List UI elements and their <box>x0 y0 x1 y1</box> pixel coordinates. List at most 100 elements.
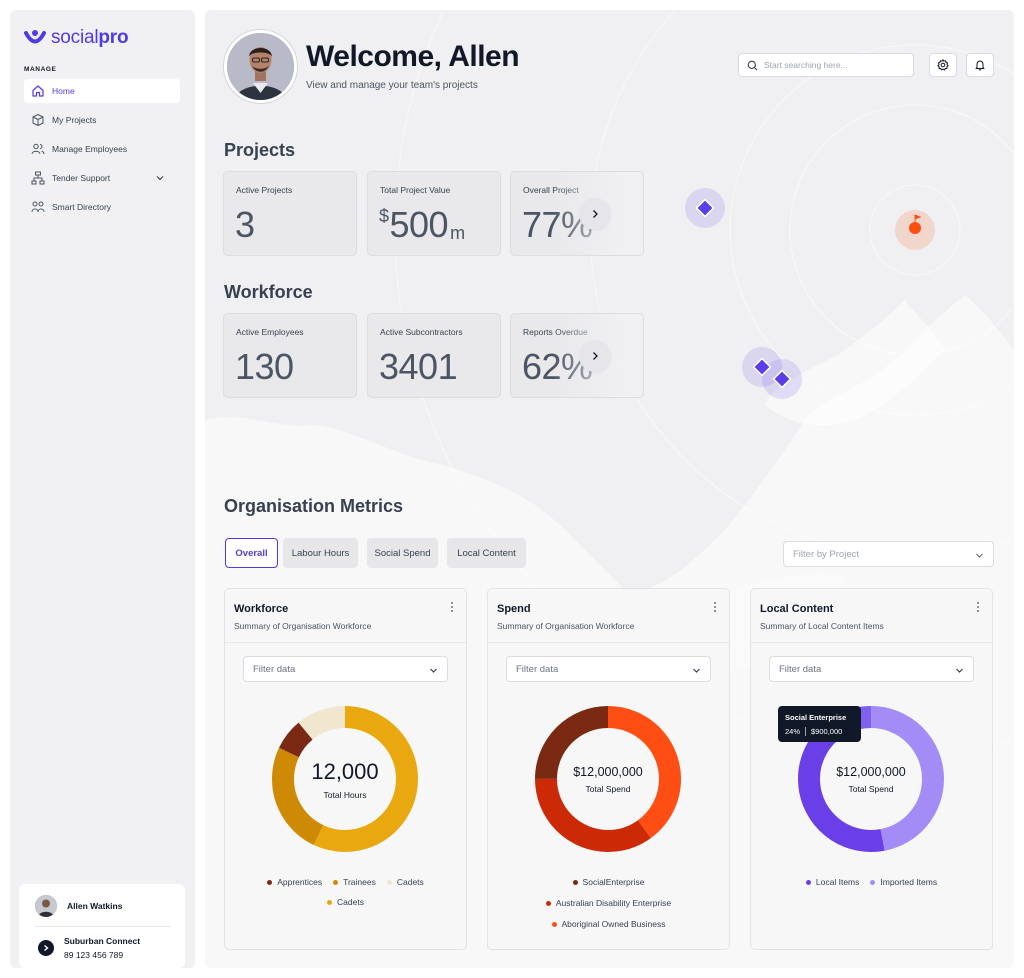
legend-item: Apprentices <box>267 877 322 887</box>
legend-item: SocialEnterprise <box>572 877 644 887</box>
chart-legend: Apprentices Trainees Cadets Cadets <box>225 877 466 907</box>
tooltip-percent: 24% <box>785 727 801 736</box>
donut-center-label: Total Spend <box>848 783 894 794</box>
stat-label: Total Project Value <box>380 185 451 195</box>
legend-dot <box>327 899 333 905</box>
filter-placeholder: Filter data <box>516 663 559 675</box>
page-title: Welcome, Allen <box>306 40 520 73</box>
chevron-right-icon <box>593 352 598 360</box>
divider <box>35 926 171 927</box>
stat-value: $500 m <box>379 204 465 245</box>
chevron-down-icon[interactable] <box>155 173 165 183</box>
stat-card-overall-project[interactable]: Overall Project 77% <box>510 171 644 256</box>
donut-center-value: $12,000,000 <box>836 764 906 779</box>
legend-item: Cadets <box>386 877 424 887</box>
sidebar-item-smart-directory[interactable]: Smart Directory <box>24 195 180 219</box>
stat-value: 3401 <box>379 346 458 387</box>
logo[interactable]: socialpro <box>24 27 129 49</box>
chart-legend: Local Items Imported Items <box>751 877 992 887</box>
legend-dot <box>386 879 392 885</box>
chevron-down-icon <box>430 668 437 673</box>
search-box[interactable] <box>738 53 914 77</box>
panel-subtitle: Summary of Local Content Items <box>760 621 884 631</box>
settings-button[interactable] <box>929 53 957 77</box>
legend-dot <box>551 921 557 927</box>
avatar <box>224 30 297 103</box>
metrics-heading: Organisation Metrics <box>224 496 404 516</box>
more-options-icon[interactable] <box>976 601 980 613</box>
tab-labour-hours[interactable]: Labour Hours <box>283 538 358 568</box>
sidebar-item-home[interactable]: Home <box>24 79 180 103</box>
tab-local-content[interactable]: Local Content <box>447 538 526 568</box>
users-icon <box>31 143 45 155</box>
panel-title: Local Content <box>760 603 834 615</box>
projects-heading: Projects <box>224 140 296 160</box>
map-marker <box>685 188 725 228</box>
more-options-icon[interactable] <box>450 601 454 613</box>
filter-placeholder: Filter data <box>253 663 296 675</box>
sidebar-item-manage-employees[interactable]: Manage Employees <box>24 137 180 161</box>
chevron-right-icon <box>593 210 598 218</box>
divider <box>225 642 466 643</box>
legend-dot <box>267 879 273 885</box>
sidebar-item-tender-support[interactable]: Tender Support <box>24 166 180 190</box>
panel-subtitle: Summary of Organisation Workforce <box>497 621 635 631</box>
stat-value: 3 <box>235 204 255 245</box>
donut-center-value: $12,000,000 <box>573 764 643 779</box>
filter-data-select[interactable]: Filter data <box>243 656 448 682</box>
logo-icon <box>24 30 46 44</box>
sidebar-item-label: Tender Support <box>52 173 111 183</box>
panel-local-content: Local Content Summary of Local Content I… <box>750 588 993 950</box>
legend-item: Cadets <box>327 897 364 907</box>
legend-item: Imported Items <box>870 877 937 887</box>
divider <box>751 642 992 643</box>
project-filter-select[interactable]: Filter by Project <box>783 541 994 567</box>
legend-dot <box>572 879 578 885</box>
search-input[interactable] <box>764 60 904 70</box>
donut-center: $12,000,000 Total Spend <box>535 706 681 852</box>
search-icon <box>747 60 758 70</box>
tab-social-spend[interactable]: Social Spend <box>367 538 438 568</box>
stat-card-active-subcontractors[interactable]: Active Subcontractors 3401 <box>367 313 501 398</box>
user-name: Allen Watkins <box>67 901 123 911</box>
tooltip-values: 24% $900,000 <box>785 727 854 736</box>
sidebar-item-label: Home <box>52 86 75 96</box>
filter-data-select[interactable]: Filter data <box>769 656 974 682</box>
legend-dot <box>870 879 876 885</box>
projects-next-button[interactable] <box>579 198 611 230</box>
sidebar-nav: Home My Projects Manage Employees Tender… <box>24 79 180 224</box>
user-card[interactable]: Allen Watkins Suburban Connect 89 123 45… <box>19 884 185 968</box>
stat-label: Active Subcontractors <box>380 327 463 337</box>
hierarchy-icon <box>31 171 45 185</box>
panel-spend: Spend Summary of Organisation Workforce … <box>487 588 730 950</box>
tab-overall[interactable]: Overall <box>225 538 278 568</box>
chevron-down-icon <box>956 668 963 673</box>
chart-legend: SocialEnterprise Australian Disability E… <box>488 877 729 929</box>
legend-item: Trainees <box>333 877 376 887</box>
workforce-next-button[interactable] <box>579 340 611 372</box>
donut-center-label: Total Hours <box>323 789 367 800</box>
filter-data-select[interactable]: Filter data <box>506 656 711 682</box>
stat-card-active-projects[interactable]: Active Projects 3 <box>223 171 357 256</box>
stat-label: Active Projects <box>236 185 293 195</box>
sidebar-item-my-projects[interactable]: My Projects <box>24 108 180 132</box>
legend-item: Australian Disability Enterprise <box>545 898 671 908</box>
legend-dot <box>545 900 551 906</box>
stat-card-total-project-value[interactable]: Total Project Value $500 m <box>367 171 501 256</box>
notifications-button[interactable] <box>966 53 994 77</box>
panel-title: Spend <box>497 603 531 615</box>
sidebar-item-label: Manage Employees <box>52 144 128 154</box>
donut-center: 12,000 Total Hours <box>272 706 418 852</box>
flag-marker <box>895 210 935 250</box>
nav-section-label: MANAGE <box>24 66 57 73</box>
workforce-heading: Workforce <box>224 282 313 302</box>
legend-item: Local Items <box>805 877 859 887</box>
legend-dot <box>333 879 339 885</box>
home-icon <box>32 85 44 97</box>
stat-card-reports-overdue[interactable]: Reports Overdue 62% <box>510 313 644 398</box>
stat-card-active-employees[interactable]: Active Employees 130 <box>223 313 357 398</box>
more-options-icon[interactable] <box>713 601 717 613</box>
legend-dot <box>805 879 811 885</box>
directory-icon <box>31 201 45 213</box>
stat-label: Reports Overdue <box>523 327 588 337</box>
